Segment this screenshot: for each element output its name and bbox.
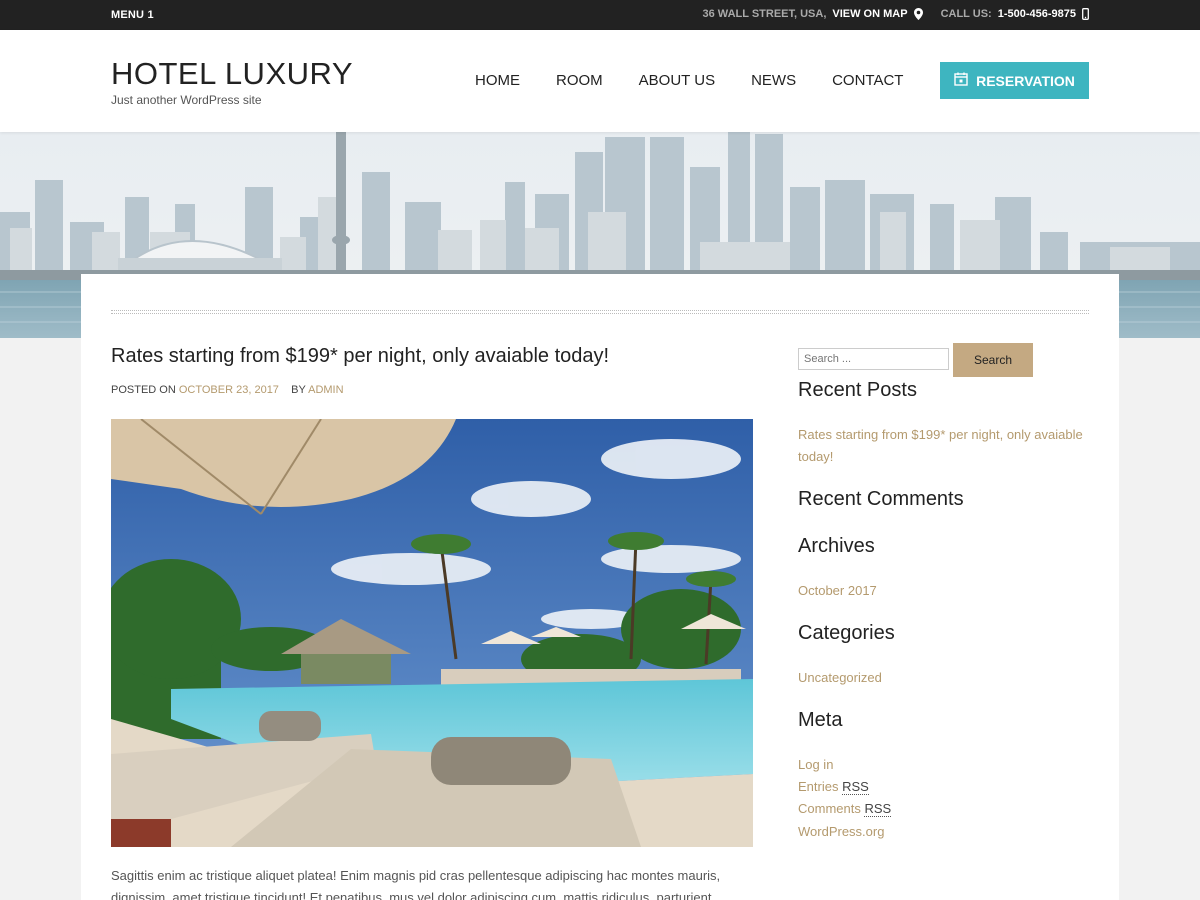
nav-contact[interactable]: CONTACT [832, 72, 903, 89]
top-bar: MENU 1 36 WALL STREET, USA, VIEW ON MAP … [0, 0, 1200, 30]
site-tagline: Just another WordPress site [111, 93, 262, 107]
site-header: HOTEL LUXURY Just another WordPress site… [0, 30, 1200, 132]
entries-label: Entries [798, 779, 839, 794]
reservation-label: RESERVATION [976, 72, 1075, 89]
top-bar-contact: 36 WALL STREET, USA, VIEW ON MAP CALL US… [703, 8, 1089, 20]
map-pin-icon [913, 8, 923, 20]
nav-home[interactable]: HOME [475, 72, 520, 89]
post-author-link[interactable]: ADMIN [308, 384, 343, 396]
menu-1-label[interactable]: MENU 1 [111, 9, 154, 21]
post-title[interactable]: Rates starting from $199* per night, onl… [111, 345, 609, 368]
rss-abbr: RSS [842, 779, 869, 795]
post-meta: POSTED ON OCTOBER 23, 2017 BY ADMIN [111, 384, 344, 396]
nav-news[interactable]: NEWS [751, 72, 796, 89]
view-on-map-link[interactable]: VIEW ON MAP [832, 8, 907, 20]
meta-entries-rss-link[interactable]: Entries RSS [798, 776, 869, 798]
rss-abbr: RSS [864, 801, 892, 817]
main-nav: HOME ROOM ABOUT US NEWS CONTACT [475, 72, 903, 89]
recent-posts-heading: Recent Posts [798, 379, 917, 401]
meta-heading: Meta [798, 709, 843, 731]
search-input[interactable] [798, 348, 949, 370]
post-featured-image[interactable] [111, 419, 753, 847]
address-text: 36 WALL STREET, USA, [702, 8, 827, 20]
meta-login-link[interactable]: Log in [798, 754, 833, 776]
nav-room[interactable]: ROOM [556, 72, 603, 89]
meta-wordpress-org-link[interactable]: WordPress.org [798, 821, 884, 843]
dotted-divider [111, 310, 1089, 314]
posted-on-label: POSTED ON [111, 384, 176, 396]
search-button[interactable]: Search [953, 343, 1033, 377]
category-uncategorized-link[interactable]: Uncategorized [798, 667, 882, 689]
archives-heading: Archives [798, 535, 875, 557]
phone-number[interactable]: 1-500-456-9875 [998, 8, 1076, 20]
reservation-button[interactable]: RESERVATION [940, 62, 1089, 99]
call-us-label: CALL US: [940, 8, 992, 20]
nav-about-us[interactable]: ABOUT US [639, 72, 715, 89]
calendar-icon [954, 72, 968, 89]
post-excerpt: Sagittis enim ac tristique aliquet plate… [111, 868, 721, 900]
recent-post-link[interactable]: Rates starting from $199* per night, onl… [798, 424, 1098, 468]
main-content-area: Rates starting from $199* per night, onl… [81, 274, 1119, 900]
by-label: BY [291, 384, 306, 396]
comments-label: Comments [798, 801, 861, 816]
meta-comments-rss-link[interactable]: Comments RSS [798, 798, 892, 820]
archive-october-2017-link[interactable]: October 2017 [798, 580, 877, 602]
site-title[interactable]: HOTEL LUXURY [111, 56, 353, 92]
post-date-link[interactable]: OCTOBER 23, 2017 [179, 384, 279, 396]
categories-heading: Categories [798, 622, 895, 644]
mobile-phone-icon [1082, 8, 1089, 20]
recent-comments-heading: Recent Comments [798, 488, 964, 510]
